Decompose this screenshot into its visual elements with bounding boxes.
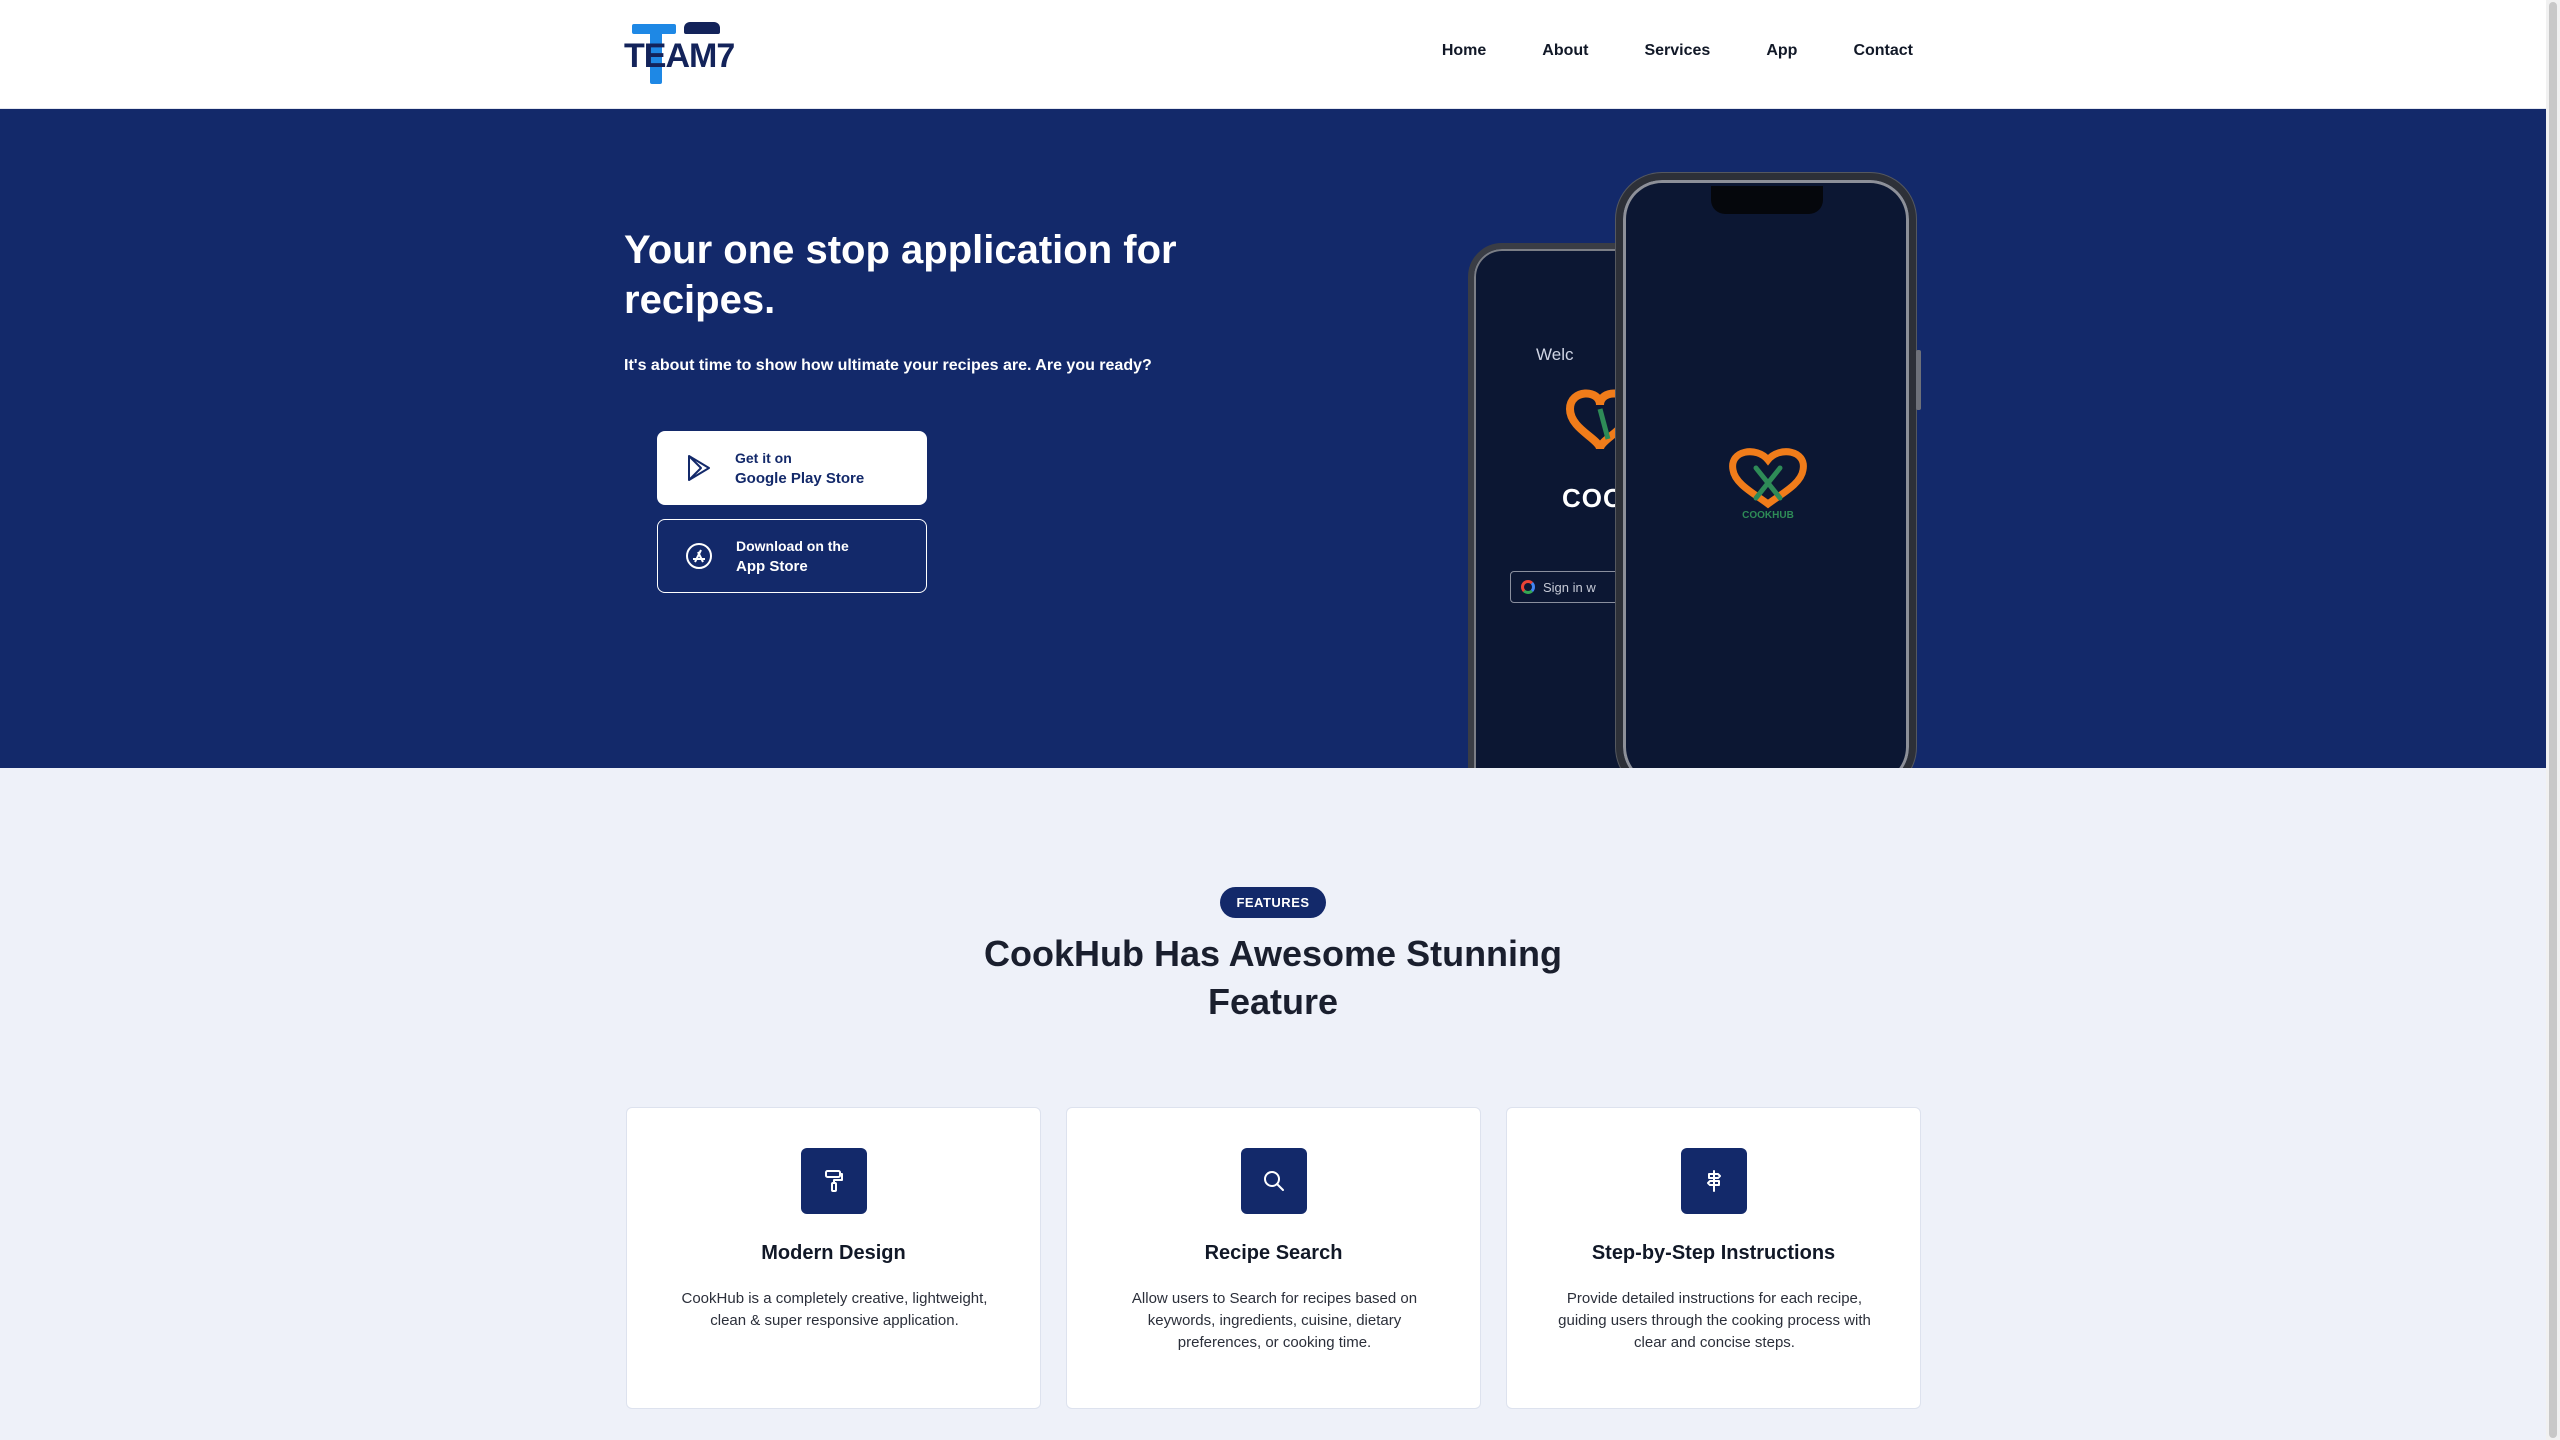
nav-about[interactable]: About — [1542, 42, 1588, 60]
phone-mockup-front: COOKHUB — [1616, 173, 1921, 768]
signin-label: Sign in w — [1543, 579, 1596, 595]
app-store-button[interactable]: Download on the App Store — [657, 519, 927, 593]
page-scrollbar[interactable] — [2546, 0, 2560, 1440]
page: TEAM7 Home About Services App Contact Yo… — [0, 0, 2560, 1440]
feature-card-recipe-search: Recipe Search Allow users to Search for … — [1066, 1107, 1481, 1409]
phone-welcome-text: Welc — [1536, 345, 1574, 364]
feature-description: Allow users to Search for recipes based … — [1131, 1290, 1418, 1351]
app-store-icon — [686, 543, 712, 569]
play-icon — [688, 455, 710, 481]
cookhub-label: COOKHUB — [1742, 510, 1794, 521]
site-header: TEAM7 Home About Services App Contact — [0, 0, 2546, 109]
phone-side-button — [1916, 350, 1921, 410]
hero-section: Your one stop application for recipes. I… — [0, 109, 2546, 768]
logo-bar — [684, 22, 720, 34]
paint-roller-icon — [801, 1148, 867, 1214]
feature-title: Recipe Search — [1204, 1242, 1343, 1264]
feature-description: Provide detailed instructions for each r… — [1558, 1290, 1871, 1351]
google-icon — [1521, 580, 1535, 594]
features-title: CookHub Has Awesome Stunning Feature — [983, 933, 1563, 1022]
scrollbar-thumb[interactable] — [2549, 2, 2557, 1438]
feature-card-step-by-step: Step-by-Step Instructions Provide detail… — [1506, 1107, 1921, 1409]
app-store-small-label: Download on the — [736, 537, 849, 554]
signpost-icon — [1681, 1148, 1747, 1214]
cookhub-app-logo: COOKHUB — [1723, 444, 1813, 521]
play-button-text: Get it on Google Play Store — [735, 450, 864, 487]
nav-contact[interactable]: Contact — [1853, 42, 1913, 60]
main-nav: Home About Services App Contact — [1442, 42, 1913, 60]
play-big-label: Google Play Store — [735, 469, 865, 487]
play-small-label: Get it on — [735, 449, 792, 466]
hero-title: Your one stop application for recipes. — [624, 228, 1177, 322]
app-store-button-text: Download on the App Store — [736, 538, 849, 575]
feature-card-modern-design: Modern Design CookHub is a completely cr… — [626, 1107, 1041, 1409]
nav-services[interactable]: Services — [1644, 42, 1710, 60]
team7-logo[interactable]: TEAM7 — [624, 20, 735, 86]
app-store-big-label: App Store — [736, 557, 808, 575]
feature-title: Step-by-Step Instructions — [1591, 1242, 1836, 1264]
feature-description: CookHub is a completely creative, lightw… — [681, 1290, 988, 1329]
nav-home[interactable]: Home — [1442, 42, 1486, 60]
phone-notch — [1711, 186, 1823, 214]
hero-subtitle: It's about time to show how ultimate you… — [624, 357, 1152, 374]
phone-cook-text: COO — [1562, 483, 1625, 513]
nav-app[interactable]: App — [1766, 42, 1797, 60]
search-icon — [1241, 1148, 1307, 1214]
features-badge: FEATURES — [1220, 887, 1326, 918]
chef-hat-icon — [1729, 448, 1807, 509]
google-play-button[interactable]: Get it on Google Play Store — [657, 431, 927, 505]
feature-title: Modern Design — [761, 1242, 906, 1264]
logo-text: TEAM7 — [624, 37, 735, 75]
